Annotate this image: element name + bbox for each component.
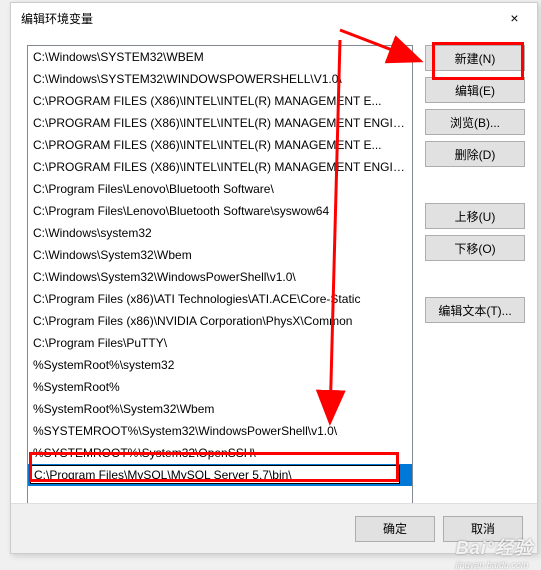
path-list-item[interactable]: C:\PROGRAM FILES (X86)\INTEL\INTEL(R) MA… [28,156,412,178]
edit-text-button[interactable]: 编辑文本(T)... [425,297,525,323]
path-list-item[interactable]: C:\Windows\System32\Wbem [28,244,412,266]
path-list-item[interactable]: %SYSTEMROOT%\System32\OpenSSH\ [28,442,412,464]
edit-env-var-dialog: 编辑环境变量 × C:\Windows\SYSTEM32\WBEMC:\Wind… [10,2,538,554]
close-button[interactable]: × [492,3,537,33]
path-edit-input[interactable] [30,465,400,484]
spacer [425,267,525,291]
delete-button[interactable]: 删除(D) [425,141,525,167]
button-column: 新建(N) 编辑(E) 浏览(B)... 删除(D) 上移(U) 下移(O) 编… [425,45,525,503]
path-list-item[interactable]: C:\Program Files (x86)\ATI Technologies\… [28,288,412,310]
move-down-button[interactable]: 下移(O) [425,235,525,261]
path-list-item[interactable]: C:\Windows\SYSTEM32\WBEM [28,46,412,68]
dialog-title: 编辑环境变量 [21,10,93,27]
path-list-item[interactable]: C:\Windows\system32 [28,222,412,244]
spacer [425,173,525,197]
path-list[interactable]: C:\Windows\SYSTEM32\WBEMC:\Windows\SYSTE… [27,45,413,505]
path-list-item[interactable]: C:\PROGRAM FILES (X86)\INTEL\INTEL(R) MA… [28,134,412,156]
path-list-item[interactable]: %SYSTEMROOT%\System32\WindowsPowerShell\… [28,420,412,442]
title-bar[interactable]: 编辑环境变量 × [11,3,537,33]
path-list-item[interactable]: C:\PROGRAM FILES (X86)\INTEL\INTEL(R) MA… [28,90,412,112]
path-list-item[interactable]: C:\Program Files\Lenovo\Bluetooth Softwa… [28,200,412,222]
path-list-item[interactable]: %SystemRoot%\System32\Wbem [28,398,412,420]
path-list-item[interactable]: C:\Program Files\PuTTY\ [28,332,412,354]
edit-button[interactable]: 编辑(E) [425,77,525,103]
path-list-item[interactable]: C:\Program Files\Lenovo\Bluetooth Softwa… [28,178,412,200]
path-list-item[interactable]: C:\PROGRAM FILES (X86)\INTEL\INTEL(R) MA… [28,112,412,134]
watermark-sub: jingyan.baidu.com [456,560,533,570]
path-list-item[interactable]: C:\Windows\System32\WindowsPowerShell\v1… [28,266,412,288]
browse-button[interactable]: 浏览(B)... [425,109,525,135]
move-up-button[interactable]: 上移(U) [425,203,525,229]
watermark: Bai°经验 jingyan.baidu.com [456,534,533,570]
watermark-main: Bai°经验 [456,538,533,558]
close-icon: × [510,10,518,26]
path-list-item[interactable]: %SystemRoot% [28,376,412,398]
path-list-item[interactable]: C:\Windows\SYSTEM32\WINDOWSPOWERSHELL\V1… [28,68,412,90]
path-list-item[interactable]: %SystemRoot%\system32 [28,354,412,376]
path-list-item[interactable]: C:\Program Files (x86)\NVIDIA Corporatio… [28,310,412,332]
content-area: C:\Windows\SYSTEM32\WBEMC:\Windows\SYSTE… [11,33,537,503]
ok-button[interactable]: 确定 [355,516,435,542]
new-button[interactable]: 新建(N) [425,45,525,71]
